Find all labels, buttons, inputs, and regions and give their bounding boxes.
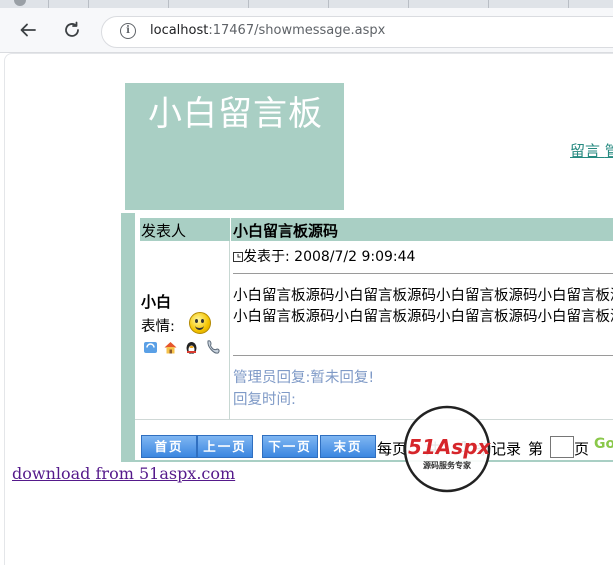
tab-divider xyxy=(48,0,49,8)
watermark-tagline: 源码服务专家 xyxy=(423,460,472,470)
tab-favicon[interactable] xyxy=(14,0,26,6)
author-name: 小白 xyxy=(141,293,172,311)
tab-divider xyxy=(168,0,169,8)
site-info-icon[interactable]: i xyxy=(120,23,136,39)
first-page-button[interactable]: 首页 xyxy=(141,435,197,458)
message-content: 小白留言板源码小白留言板源码小白留言板源码小白留言板源码小白留言板源码小白留言板… xyxy=(233,288,613,325)
home-icon[interactable] xyxy=(163,340,178,355)
refresh-icon[interactable] xyxy=(143,340,158,355)
admin-link[interactable]: 管 xyxy=(605,142,613,160)
back-button[interactable] xyxy=(16,18,40,42)
table-left-strip xyxy=(121,213,135,462)
tab-divider xyxy=(248,0,249,8)
qq-penguin-icon[interactable] xyxy=(184,340,199,355)
mood-label: 表情: xyxy=(141,319,175,335)
prev-page-button[interactable]: 上一页 xyxy=(197,435,253,458)
admin-reply-label: 管理员回复: xyxy=(233,370,311,386)
page-number-input[interactable] xyxy=(550,436,574,458)
tab-divider xyxy=(328,0,329,8)
tab-divider xyxy=(408,0,409,8)
tab-strip xyxy=(0,0,613,8)
post-time-text: 发表于: 2008/7/2 9:09:44 xyxy=(243,249,416,265)
browser-toolbar: i localhost:17467/showmessage.aspx xyxy=(0,8,613,53)
post-message-link[interactable]: 留言 管 xyxy=(570,140,613,161)
watermark-brand: 51Aspx xyxy=(408,435,492,459)
address-bar[interactable]: i localhost:17467/showmessage.aspx xyxy=(101,16,613,48)
column-divider xyxy=(229,241,230,419)
tab-divider xyxy=(488,0,489,8)
content-divider-top xyxy=(233,273,613,274)
post-time: 发表于: 2008/7/2 9:09:44 xyxy=(233,246,415,266)
page-suffix-label: 页 xyxy=(574,440,590,458)
clock-icon xyxy=(233,252,243,262)
admin-reply-value: 暂未回复! xyxy=(310,370,375,386)
url-text[interactable]: localhost:17467/showmessage.aspx xyxy=(150,23,385,38)
header-subject: 小白留言板源码 xyxy=(231,218,613,241)
phone-icon[interactable] xyxy=(205,338,222,355)
51aspx-watermark-logo: 51Aspx 源码服务专家 xyxy=(403,405,492,493)
pager-divider xyxy=(135,419,613,420)
logo-title: 小白留言板 xyxy=(148,94,323,134)
reply-time-label: 回复时间: xyxy=(233,392,296,408)
header-author: 发表人 xyxy=(140,218,230,241)
admin-reply: 管理员回复:暂未回复! xyxy=(233,366,374,387)
page-prefix-label: 第 xyxy=(528,440,544,458)
last-page-button[interactable]: 末页 xyxy=(320,435,376,458)
content-divider-bottom xyxy=(233,355,613,356)
reload-button[interactable] xyxy=(60,18,84,42)
reload-icon xyxy=(65,21,79,37)
smiley-face-icon xyxy=(189,312,211,334)
back-arrow-icon xyxy=(20,23,36,37)
next-page-button[interactable]: 下一页 xyxy=(262,435,318,458)
download-link[interactable]: download from 51aspx.com xyxy=(12,464,235,483)
tab-divider xyxy=(88,0,89,8)
go-button[interactable]: Go xyxy=(594,436,613,452)
tab-divider xyxy=(568,0,569,8)
